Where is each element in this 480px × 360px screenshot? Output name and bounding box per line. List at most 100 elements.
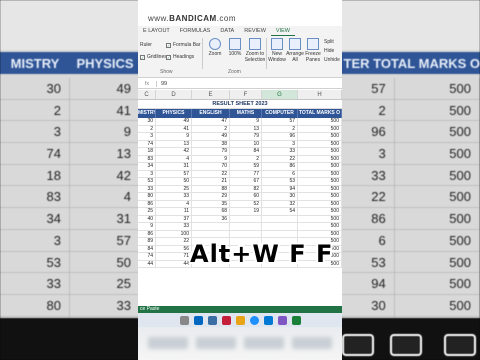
table-cell[interactable]: 79	[192, 148, 230, 155]
table-cell[interactable]: 21	[192, 178, 230, 185]
table-cell[interactable]: 500	[298, 125, 342, 132]
table-cell[interactable]: 82	[230, 185, 262, 192]
sheet-title[interactable]: RESULT SHEET 2023	[138, 100, 342, 109]
table-cell[interactable]: 33	[138, 185, 156, 192]
table-cell[interactable]: 89	[138, 238, 156, 245]
headings-checkbox[interactable]: ✓ Headings	[166, 54, 194, 60]
formula-input[interactable]: 99	[156, 80, 167, 87]
table-cell[interactable]: 19	[230, 208, 262, 215]
table-cell[interactable]: 22	[262, 155, 298, 162]
table-cell[interactable]: 500	[298, 200, 342, 207]
table-cell[interactable]: 84	[230, 148, 262, 155]
table-cell[interactable]: 49	[192, 133, 230, 140]
table-cell[interactable]: 47	[192, 118, 230, 125]
table-header[interactable]: ENGLISH	[192, 109, 230, 118]
table-cell[interactable]: 500	[298, 118, 342, 125]
table-cell[interactable]	[262, 215, 298, 222]
table-cell[interactable]: 74	[138, 140, 156, 147]
folder-icon[interactable]	[235, 315, 245, 325]
table-cell[interactable]: 500	[298, 178, 342, 185]
table-cell[interactable]: 6	[262, 170, 298, 177]
table-header[interactable]: MISTRY	[138, 109, 156, 118]
column-header-selected[interactable]: G	[262, 90, 298, 99]
table-cell[interactable]: 500	[298, 133, 342, 140]
table-cell[interactable]: 68	[192, 208, 230, 215]
table-cell[interactable]	[262, 223, 298, 230]
table-cell[interactable]: 13	[230, 125, 262, 132]
table-cell[interactable]: 40	[138, 215, 156, 222]
table-cell[interactable]	[230, 223, 262, 230]
table-cell[interactable]: 83	[138, 155, 156, 162]
table-cell[interactable]: 88	[192, 185, 230, 192]
column-header[interactable]: F	[230, 90, 262, 99]
column-header[interactable]: E	[192, 90, 230, 99]
table-cell[interactable]: 4	[156, 155, 192, 162]
column-header[interactable]: H	[298, 90, 342, 99]
ruler-checkbox[interactable]: Ruler	[140, 42, 152, 48]
table-cell[interactable]: 44	[138, 260, 156, 267]
table-cell[interactable]: 4	[156, 200, 192, 207]
table-cell[interactable]: 3	[138, 133, 156, 140]
table-cell[interactable]: 500	[298, 140, 342, 147]
unhide-button[interactable]: Unhide	[324, 57, 340, 63]
zoom-to-selection-button[interactable]: Zoom to Selection	[244, 38, 266, 63]
table-cell[interactable]: 67	[230, 178, 262, 185]
table-cell[interactable]: 37	[156, 215, 192, 222]
table-cell[interactable]: 36	[192, 215, 230, 222]
table-cell[interactable]: 500	[298, 193, 342, 200]
table-cell[interactable]: 53	[262, 178, 298, 185]
tab-page-layout[interactable]: E LAYOUT	[138, 26, 175, 36]
table-cell[interactable]	[230, 230, 262, 237]
table-cell[interactable]: 52	[230, 200, 262, 207]
table-cell[interactable]: 34	[138, 163, 156, 170]
table-cell[interactable]: 33	[156, 223, 192, 230]
tab-view[interactable]: VIEW	[270, 26, 295, 36]
zoom-button[interactable]: Zoom	[204, 38, 226, 58]
table-cell[interactable]: 9	[138, 223, 156, 230]
table-cell[interactable]: 94	[262, 185, 298, 192]
table-cell[interactable]: 9	[192, 155, 230, 162]
column-header[interactable]: D	[156, 90, 192, 99]
table-cell[interactable]: 500	[298, 223, 342, 230]
table-cell[interactable]: 500	[298, 163, 342, 170]
table-cell[interactable]: 100	[156, 230, 192, 237]
table-cell[interactable]: 3	[138, 170, 156, 177]
table-cell[interactable]: 49	[156, 118, 192, 125]
table-cell[interactable]: 42	[156, 148, 192, 155]
table-cell[interactable]: 31	[156, 163, 192, 170]
table-header[interactable]: COMPUTER	[262, 109, 298, 118]
table-header[interactable]: MATHS	[230, 109, 262, 118]
table-cell[interactable]: 22	[156, 238, 192, 245]
windows-icon[interactable]	[193, 315, 203, 325]
chrome-icon[interactable]	[249, 315, 259, 325]
table-cell[interactable]: 38	[192, 140, 230, 147]
table-cell[interactable]: 500	[298, 215, 342, 222]
table-cell[interactable]: 25	[138, 208, 156, 215]
zoom-100-button[interactable]: 100%	[224, 38, 246, 58]
table-cell[interactable]: 86	[262, 163, 298, 170]
table-cell[interactable]: 33	[262, 148, 298, 155]
table-cell[interactable]: 10	[230, 140, 262, 147]
table-cell[interactable]: 77	[230, 170, 262, 177]
table-cell[interactable]: 500	[298, 208, 342, 215]
table-cell[interactable]	[230, 215, 262, 222]
app-icon[interactable]	[277, 315, 287, 325]
table-cell[interactable]: 2	[262, 125, 298, 132]
table-cell[interactable]: 79	[230, 133, 262, 140]
table-cell[interactable]: 22	[192, 170, 230, 177]
tab-review[interactable]: REVIEW	[239, 26, 271, 36]
table-cell[interactable]: 25	[156, 185, 192, 192]
task-view-icon[interactable]	[207, 315, 217, 325]
table-cell[interactable]: 33	[156, 193, 192, 200]
tab-formulas[interactable]: FORMULAS	[175, 26, 216, 36]
table-cell[interactable]: 9	[156, 133, 192, 140]
photo-icon[interactable]	[179, 315, 189, 325]
table-cell[interactable]: 32	[262, 200, 298, 207]
table-cell[interactable]: 96	[262, 133, 298, 140]
table-cell[interactable]: 30	[138, 118, 156, 125]
table-cell[interactable]: 3	[262, 140, 298, 147]
table-cell[interactable]: 56	[156, 245, 192, 252]
fx-icon[interactable]: fx	[138, 81, 156, 87]
table-cell[interactable]: 86	[138, 200, 156, 207]
table-cell[interactable]: 500	[298, 185, 342, 192]
